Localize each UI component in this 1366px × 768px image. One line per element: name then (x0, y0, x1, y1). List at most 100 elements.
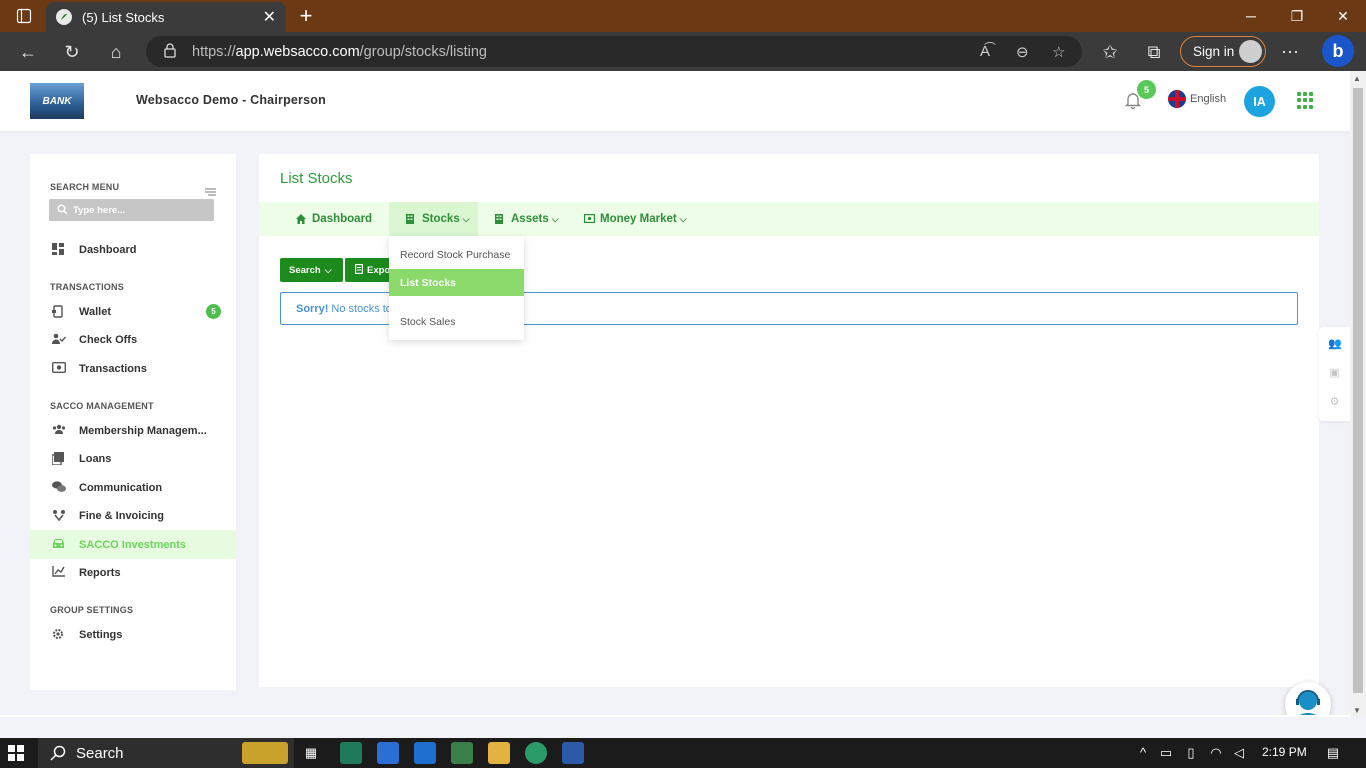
browser-titlebar: (5) List Stocks ✕ + ─ ❐ ✕ (0, 0, 1366, 32)
search-icon (50, 745, 66, 765)
show-hidden-icons[interactable]: ^ (1135, 745, 1151, 761)
app-header: BANK Websacco Demo - Chairperson 5 Engli… (0, 71, 1350, 131)
sidebar-search-input[interactable]: Type here... (49, 199, 214, 221)
sidebar-item-check-offs[interactable]: Check Offs (30, 325, 236, 354)
taskbar-clock[interactable]: 2:19 PM (1262, 745, 1307, 759)
tab-close-icon[interactable]: ✕ (263, 7, 276, 27)
store-app-icon[interactable] (377, 742, 399, 764)
sidebar-item-wallet[interactable]: Wallet 5 (30, 297, 236, 326)
home-icon[interactable]: ⌂ (100, 36, 132, 68)
alert-text: No stocks to (331, 302, 392, 315)
sidebar-item-membership[interactable]: Membership Managem... (30, 416, 236, 445)
add-favorite-icon[interactable]: ☆ (1052, 43, 1065, 61)
menu-item-list-stocks[interactable]: List Stocks (389, 269, 524, 296)
wifi-icon[interactable]: ◠ (1208, 745, 1224, 761)
collections-icon[interactable]: ⧉ (1138, 36, 1170, 68)
signin-button[interactable]: Sign in (1180, 36, 1266, 67)
browser-tab[interactable]: (5) List Stocks ✕ (46, 2, 286, 32)
menu-toggle-icon[interactable] (205, 183, 216, 196)
task-view-icon[interactable]: ▦ (303, 745, 319, 761)
bank-logo[interactable]: BANK (30, 83, 84, 119)
sidebar-item-loans[interactable]: Loans (30, 444, 236, 473)
signin-label: Sign in (1193, 44, 1235, 59)
sidebar-item-label: Settings (79, 628, 123, 641)
word-app-icon[interactable] (562, 742, 584, 764)
scrollbar-thumb[interactable] (1353, 88, 1363, 693)
investments-car-icon (52, 538, 66, 551)
favorites-icon[interactable]: ✩ (1094, 36, 1126, 68)
menu-item-stock-sales[interactable]: Stock Sales (389, 308, 524, 335)
tab-actions-icon[interactable] (8, 0, 40, 32)
search-button-label: Search (289, 264, 321, 276)
sidebar-item-label: Membership Managem... (79, 424, 207, 437)
bing-chat-icon[interactable]: b (1322, 35, 1354, 67)
tab-title: (5) List Stocks (82, 9, 165, 25)
scroll-down-icon[interactable]: ▼ (1353, 706, 1361, 715)
chevron-down-icon: ⌵ (679, 213, 687, 224)
calendar-icon[interactable]: ▣ (1328, 366, 1341, 379)
floating-toolbar: 👥 ▣ ⚙ (1319, 327, 1350, 421)
page-title: List Stocks (280, 170, 353, 187)
sidebar-item-fine-invoicing[interactable]: Fine & Invoicing (30, 501, 236, 530)
sidebar: SEARCH MENU Type here... Dashboard TRANS… (30, 154, 236, 690)
taskbar-search[interactable]: Search (38, 738, 294, 768)
menu-item-record-stock-purchase[interactable]: Record Stock Purchase (389, 241, 524, 268)
support-agent-icon[interactable] (1285, 682, 1331, 717)
lock-icon (164, 43, 176, 62)
language-selector[interactable]: English (1168, 90, 1226, 108)
file-explorer-icon[interactable] (488, 742, 510, 764)
windows-start-icon[interactable] (8, 745, 24, 761)
subnav-money-market[interactable]: Money Market ⌵ (584, 202, 687, 236)
check-offs-icon (52, 333, 67, 346)
settings-gear-icon[interactable]: ⚙ (1328, 395, 1341, 408)
sidebar-item-sacco-investments[interactable]: SACCO Investments (30, 530, 236, 559)
sidebar-item-reports[interactable]: Reports (30, 558, 236, 587)
volume-icon[interactable]: ◁ (1231, 745, 1247, 761)
wallet-icon (52, 305, 66, 318)
subnav-dashboard[interactable]: Dashboard (296, 202, 372, 236)
members-icon (52, 424, 66, 437)
address-bar[interactable]: https://app.websacco.com/group/stocks/li… (146, 36, 1082, 67)
search-highlight-icon (242, 742, 288, 764)
battery-icon[interactable]: ▭ (1158, 745, 1174, 761)
dev-app-icon[interactable] (451, 742, 473, 764)
back-icon[interactable]: ← (12, 36, 44, 68)
scroll-up-icon[interactable]: ▲ (1353, 74, 1361, 83)
window-close-icon[interactable]: ✕ (1320, 0, 1366, 32)
edge-browser-icon[interactable] (525, 742, 547, 764)
sidebar-item-communication[interactable]: Communication (30, 473, 236, 502)
read-aloud-icon[interactable]: A͡ (980, 43, 990, 60)
export-button-label: Expo (367, 264, 391, 276)
section-transactions-label: TRANSACTIONS (50, 282, 124, 292)
apps-grid-icon[interactable] (1297, 92, 1314, 109)
device-icon[interactable]: ▯ (1183, 745, 1199, 761)
mail-app-icon[interactable] (414, 742, 436, 764)
money-icon (584, 214, 596, 224)
restore-icon[interactable]: ❐ (1274, 0, 1320, 32)
users-icon[interactable]: 👥 (1328, 337, 1342, 350)
export-button[interactable]: Expo (345, 258, 395, 282)
sidebar-item-transactions[interactable]: Transactions (30, 354, 236, 383)
gear-icon (52, 628, 66, 641)
page: BANK Websacco Demo - Chairperson 5 Engli… (0, 71, 1350, 717)
sidebar-item-dashboard[interactable]: Dashboard (30, 235, 236, 264)
alert-strong: Sorry! (296, 302, 329, 315)
taskbar-search-label: Search (76, 744, 124, 762)
sidebar-item-settings[interactable]: Settings (30, 620, 236, 649)
search-button[interactable]: Search ⌵ (280, 258, 343, 282)
sidebar-item-label: Wallet (79, 305, 111, 318)
new-tab-icon[interactable]: + (292, 2, 320, 30)
more-options-icon[interactable]: ⋯ (1274, 36, 1306, 68)
export-file-icon (355, 263, 364, 277)
notification-center-icon[interactable]: ▤ (1325, 745, 1341, 761)
user-avatar[interactable]: IA (1244, 86, 1275, 117)
stocks-icon (406, 214, 416, 224)
subnav-stocks[interactable]: Stocks ⌵ (389, 202, 478, 236)
stocks-dropdown-menu: Record Stock Purchase List Stocks Stock … (389, 236, 524, 340)
assets-icon (495, 214, 505, 224)
zoom-icon[interactable]: ⊖ (1016, 43, 1029, 61)
subnav-assets[interactable]: Assets ⌵ (495, 202, 559, 236)
refresh-icon[interactable]: ↻ (56, 36, 88, 68)
edge-app-icon[interactable] (340, 742, 362, 764)
minimize-icon[interactable]: ─ (1228, 0, 1274, 32)
